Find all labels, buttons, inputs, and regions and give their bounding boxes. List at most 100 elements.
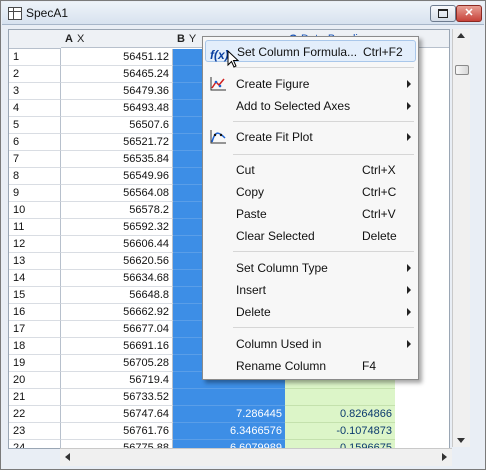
menu-separator (233, 251, 414, 252)
row-number[interactable]: 21 (9, 389, 61, 406)
scroll-up-icon[interactable] (457, 33, 465, 38)
cell-a[interactable]: 56691.16 (61, 338, 173, 355)
row-number[interactable]: 9 (9, 185, 61, 202)
row-number[interactable]: 14 (9, 270, 61, 287)
corner-header[interactable] (9, 30, 61, 49)
row-number[interactable]: 16 (9, 304, 61, 321)
row-number[interactable]: 1 (9, 49, 61, 66)
menu-item-label: Set Column Formula... (237, 45, 358, 59)
cell-a[interactable]: 56705.28 (61, 355, 173, 372)
close-button[interactable]: ✕ (456, 5, 482, 22)
cell-a[interactable]: 56733.52 (61, 389, 173, 406)
menu-item-shortcut: Ctrl+F2 (363, 45, 403, 59)
cell-a[interactable]: 56747.64 (61, 406, 173, 423)
cell-a[interactable]: 56719.4 (61, 372, 173, 389)
cell-b[interactable] (173, 389, 285, 406)
menu-item-delete[interactable]: Delete (205, 301, 416, 323)
menu-separator (233, 327, 414, 328)
scroll-left-icon[interactable] (65, 453, 70, 461)
menu-item-label: Copy (236, 185, 265, 199)
menu-item-create-fit-plot[interactable]: Create Fit Plot (205, 126, 416, 148)
cell-c[interactable] (285, 389, 395, 406)
menu-item-label: Create Figure (236, 77, 310, 91)
scroll-down-icon[interactable] (457, 438, 465, 443)
row-number[interactable]: 8 (9, 168, 61, 185)
cell-a[interactable]: 56564.08 (61, 185, 173, 202)
row-number[interactable]: 18 (9, 338, 61, 355)
menu-item-set-column-type[interactable]: Set Column Type (205, 257, 416, 279)
cell-a[interactable]: 56662.92 (61, 304, 173, 321)
row-number[interactable]: 22 (9, 406, 61, 423)
column-label: Y (188, 33, 197, 45)
cell-a[interactable]: 56761.76 (61, 423, 173, 440)
restore-icon (438, 9, 448, 18)
cell-a[interactable]: 56549.96 (61, 168, 173, 185)
row-number[interactable]: 24 (9, 440, 61, 448)
scroll-thumb[interactable] (455, 65, 469, 75)
menu-item-label: Add to Selected Axes (236, 99, 351, 113)
menu-item-cut[interactable]: Cut Ctrl+X (205, 159, 416, 181)
menu-item-shortcut: F4 (362, 359, 377, 373)
menu-item-create-figure[interactable]: Create Figure (205, 73, 416, 95)
row-number[interactable]: 19 (9, 355, 61, 372)
row-number[interactable]: 7 (9, 151, 61, 168)
cell-a[interactable]: 56634.68 (61, 270, 173, 287)
cell-c[interactable]: 0.8264866 (285, 406, 395, 423)
cell-a[interactable]: 56606.44 (61, 236, 173, 253)
row-number[interactable]: 12 (9, 236, 61, 253)
row-number[interactable]: 17 (9, 321, 61, 338)
horizontal-scrollbar[interactable] (60, 448, 452, 466)
cell-a[interactable]: 56479.36 (61, 83, 173, 100)
menu-separator (233, 121, 414, 122)
menu-item-label: Insert (236, 283, 267, 297)
menu-item-label: Set Column Type (236, 261, 328, 275)
menu-item-paste[interactable]: Paste Ctrl+V (205, 203, 416, 225)
menu-item-clear-selected[interactable]: Clear Selected Delete (205, 225, 416, 247)
title-bar[interactable]: SpecA1 ✕ (2, 2, 484, 25)
menu-item-column-used-in[interactable]: Column Used in (205, 333, 416, 355)
cell-a[interactable]: 56451.12 (61, 49, 173, 66)
cell-a[interactable]: 56620.56 (61, 253, 173, 270)
vertical-scrollbar[interactable] (452, 29, 470, 447)
cell-a[interactable]: 56535.84 (61, 151, 173, 168)
cell-a[interactable]: 56493.48 (61, 100, 173, 117)
row-number[interactable]: 5 (9, 117, 61, 134)
window-title: SpecA1 (26, 6, 69, 20)
menu-item-copy[interactable]: Copy Ctrl+C (205, 181, 416, 203)
menu-item-label: Rename Column (236, 359, 327, 373)
cell-a[interactable]: 56507.6 (61, 117, 173, 134)
cell-a[interactable]: 56578.2 (61, 202, 173, 219)
row-number[interactable]: 11 (9, 219, 61, 236)
row-number[interactable]: 4 (9, 100, 61, 117)
row-number[interactable]: 23 (9, 423, 61, 440)
column-letter: A (65, 33, 73, 45)
cell-c[interactable]: -0.1074873 (285, 423, 395, 440)
cell-a[interactable]: 56521.72 (61, 134, 173, 151)
menu-separator (233, 67, 414, 68)
row-number[interactable]: 20 (9, 372, 61, 389)
table-icon (8, 7, 22, 20)
menu-item-insert[interactable]: Insert (205, 279, 416, 301)
menu-item-label: Column Used in (236, 337, 322, 351)
row-number[interactable]: 6 (9, 134, 61, 151)
cell-b[interactable]: 6.3466576 (173, 423, 285, 440)
menu-item-label: Clear Selected (236, 229, 315, 243)
row-number[interactable]: 3 (9, 83, 61, 100)
restore-button[interactable] (430, 5, 456, 22)
row-number[interactable]: 15 (9, 287, 61, 304)
menu-item-rename-column[interactable]: Rename Column F4 (205, 355, 416, 377)
fx-icon-text: f(x) (210, 48, 229, 62)
menu-item-shortcut: Ctrl+V (362, 207, 396, 221)
row-number[interactable]: 13 (9, 253, 61, 270)
cell-b[interactable]: 7.286445 (173, 406, 285, 423)
cell-a[interactable]: 56592.32 (61, 219, 173, 236)
row-number[interactable]: 10 (9, 202, 61, 219)
cell-a[interactable]: 56465.24 (61, 66, 173, 83)
column-header-a[interactable]: A X (61, 30, 173, 48)
cell-a[interactable]: 56677.04 (61, 321, 173, 338)
submenu-arrow-icon (407, 286, 411, 294)
row-number[interactable]: 2 (9, 66, 61, 83)
scroll-right-icon[interactable] (442, 453, 447, 461)
cell-a[interactable]: 56648.8 (61, 287, 173, 304)
menu-item-add-to-selected-axes[interactable]: Add to Selected Axes (205, 95, 416, 117)
